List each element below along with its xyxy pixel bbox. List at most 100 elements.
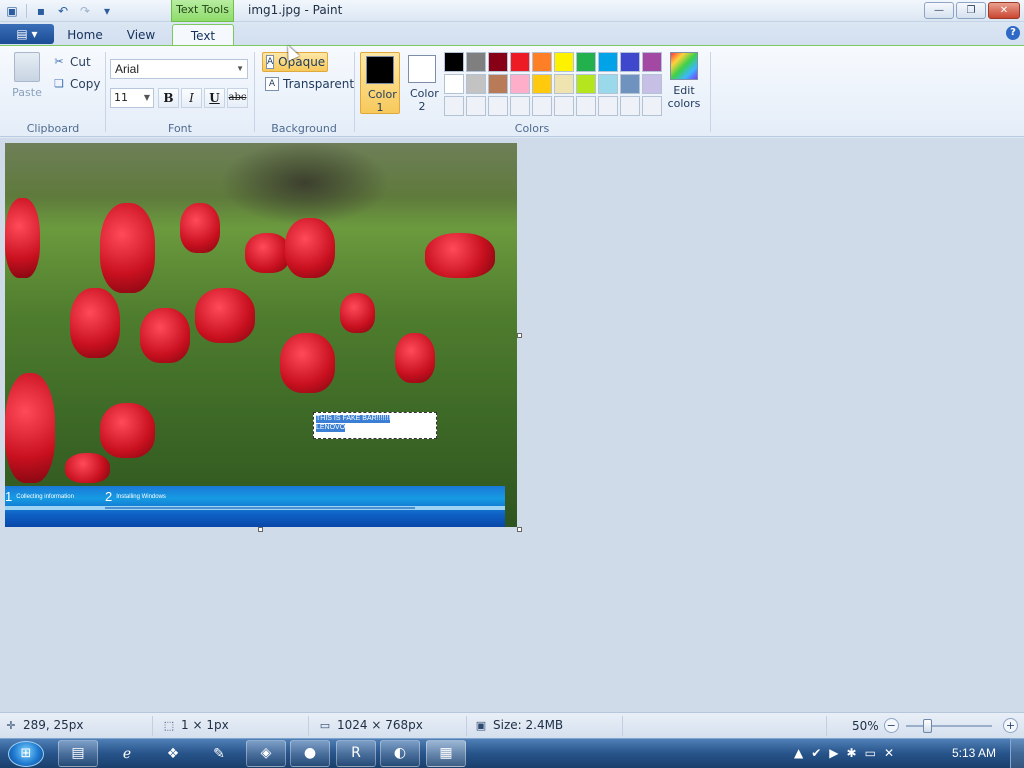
tulip-flower (340, 293, 375, 333)
font-size-value: 11 (114, 91, 128, 104)
palette-swatch[interactable] (510, 52, 530, 72)
palette-swatch[interactable] (576, 74, 596, 94)
bold-button[interactable]: B (158, 88, 179, 108)
resize-handle-bottom[interactable] (258, 527, 263, 532)
taskbar-ie-icon[interactable]: ℯ (112, 742, 142, 766)
canvas-image[interactable] (5, 143, 517, 527)
customize-qat-icon[interactable]: ▾ (99, 3, 115, 19)
status-divider (466, 716, 467, 736)
color2-button[interactable]: Color 2 (402, 52, 442, 114)
palette-swatch[interactable] (488, 74, 508, 94)
zoom-in-button[interactable]: + (1003, 718, 1018, 733)
paste-label: Paste (12, 86, 42, 99)
palette-swatch[interactable] (444, 96, 464, 116)
palette-swatch[interactable] (642, 74, 662, 94)
redo-icon[interactable]: ↷ (77, 3, 93, 19)
palette-swatch[interactable] (444, 74, 464, 94)
transparent-button[interactable]: A Transparent (262, 74, 357, 94)
minimize-button[interactable]: — (924, 2, 954, 19)
palette-swatch[interactable] (510, 74, 530, 94)
tray-network-icon[interactable]: ▲ (794, 746, 803, 760)
resize-handle-right[interactable] (517, 333, 522, 338)
color1-swatch (366, 56, 394, 84)
maximize-button[interactable]: ❐ (956, 2, 986, 19)
text-line-2: LENOVO (316, 424, 346, 432)
strikethrough-button[interactable]: abc (227, 88, 248, 108)
group-separator (105, 52, 106, 132)
palette-swatch[interactable] (598, 74, 618, 94)
text-box[interactable]: THIS IS FAKE BAR!!!!!!! LENOVO (313, 412, 437, 439)
show-desktop-button[interactable] (1010, 738, 1024, 768)
taskbar-app-icon[interactable]: ❖ (158, 742, 188, 766)
palette-swatch[interactable] (554, 74, 574, 94)
undo-icon[interactable]: ↶ (55, 3, 71, 19)
zoom-slider-track[interactable] (906, 725, 992, 727)
setup-step-2: 2 Installing Windows (105, 489, 166, 504)
palette-swatch[interactable] (620, 52, 640, 72)
taskbar-app-icon[interactable]: R (336, 740, 376, 767)
copy-button[interactable]: ❏ Copy (52, 75, 100, 93)
palette-swatch[interactable] (466, 96, 486, 116)
tray-volume-icon[interactable]: ✕ (884, 746, 894, 760)
ribbon: Paste ✂ Cut ❏ Copy Clipboard Arial ▼ 11 … (0, 45, 1024, 137)
palette-swatch[interactable] (554, 96, 574, 116)
zoom-controls: 50% − (852, 718, 899, 733)
taskbar-app-icon[interactable]: ◈ (246, 740, 286, 767)
tab-text[interactable]: Text (172, 24, 234, 46)
palette-swatch[interactable] (598, 96, 618, 116)
palette-swatch[interactable] (510, 96, 530, 116)
palette-swatch[interactable] (620, 96, 640, 116)
clipboard-group-label: Clipboard (26, 122, 80, 135)
tray-app-icon[interactable]: ✱ (847, 746, 857, 760)
save-icon[interactable]: ▪ (33, 3, 49, 19)
font-size-dropdown[interactable]: 11 ▼ (110, 88, 154, 108)
taskbar-paint-icon[interactable]: ▦ (426, 740, 466, 767)
palette-swatch[interactable] (532, 74, 552, 94)
taskbar-explorer-icon[interactable]: ▤ (58, 740, 98, 767)
paste-button[interactable]: Paste (8, 52, 46, 112)
paint-menu-button[interactable]: ▤ ▾ (0, 24, 54, 44)
zoom-out-button[interactable]: − (883, 718, 899, 733)
palette-swatch[interactable] (598, 52, 618, 72)
tulip-flower (65, 453, 110, 483)
zoom-slider-thumb[interactable] (923, 719, 932, 733)
color1-button[interactable]: Color 1 (360, 52, 400, 114)
help-icon[interactable]: ? (1006, 26, 1020, 40)
palette-swatch[interactable] (532, 96, 552, 116)
taskbar-clock[interactable]: 5:13 AM (952, 746, 996, 760)
close-button[interactable]: ✕ (988, 2, 1020, 19)
selection-size: ⬚ 1 × 1px (162, 718, 229, 732)
status-bar: ✛ 289, 25px ⬚ 1 × 1px ▭ 1024 × 768px ▣ S… (0, 712, 1024, 738)
palette-swatch[interactable] (444, 52, 464, 72)
palette-swatch[interactable] (576, 96, 596, 116)
resize-handle-corner[interactable] (517, 527, 522, 532)
palette-swatch[interactable] (466, 74, 486, 94)
paint-app-icon[interactable]: ▣ (4, 3, 20, 19)
underline-button[interactable]: U (204, 88, 225, 108)
tray-monitor-icon[interactable]: ▭ (865, 746, 876, 760)
taskbar-app-icon[interactable]: ✎ (204, 742, 234, 766)
tab-home[interactable]: Home (56, 24, 114, 46)
taskbar-firefox-icon[interactable]: ● (290, 740, 330, 767)
palette-swatch[interactable] (620, 74, 640, 94)
taskbar-app-icon[interactable]: ◐ (380, 740, 420, 767)
tray-media-icon[interactable]: ▶ (829, 746, 838, 760)
italic-button[interactable]: I (181, 88, 202, 108)
palette-swatch[interactable] (488, 52, 508, 72)
palette-swatch[interactable] (642, 52, 662, 72)
cut-button[interactable]: ✂ Cut (52, 53, 90, 71)
palette-swatch[interactable] (466, 52, 486, 72)
clipboard-icon (14, 52, 40, 82)
edit-colors-button[interactable]: Edit colors (666, 52, 702, 110)
window-title: img1.jpg - Paint (248, 3, 343, 17)
tab-view[interactable]: View (114, 24, 168, 46)
palette-swatch[interactable] (488, 96, 508, 116)
tray-security-icon[interactable]: ✔ (811, 746, 821, 760)
status-divider (826, 716, 827, 736)
palette-swatch[interactable] (642, 96, 662, 116)
start-button[interactable]: ⊞ (8, 741, 44, 767)
palette-swatch[interactable] (532, 52, 552, 72)
font-family-dropdown[interactable]: Arial ▼ (110, 59, 248, 79)
palette-swatch[interactable] (554, 52, 574, 72)
palette-swatch[interactable] (576, 52, 596, 72)
